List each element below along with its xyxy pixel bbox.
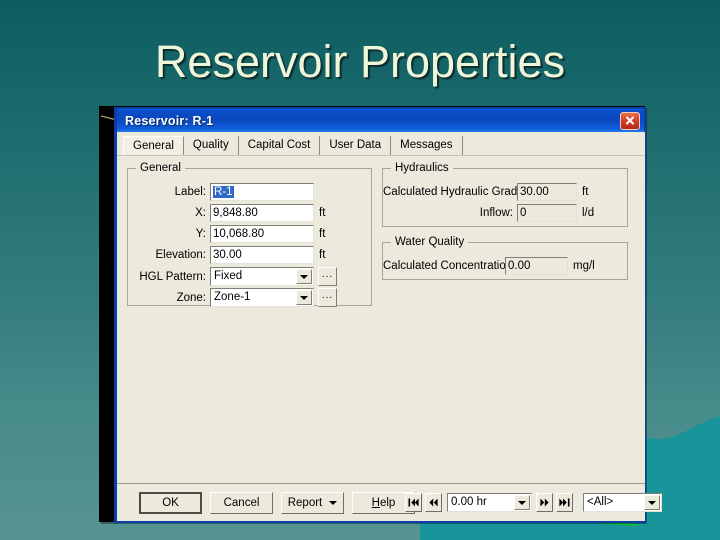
- page-title: Reservoir Properties: [154, 36, 566, 87]
- elevation-field-caption: Elevation:: [155, 249, 206, 261]
- field-row-concentration: Calculated Concentration: 0.00 mg/l: [383, 257, 629, 275]
- chevron-down-glyph: [300, 274, 308, 279]
- time-step-combo[interactable]: 0.00 hr: [447, 493, 532, 512]
- tab-user-data[interactable]: User Data: [320, 136, 392, 155]
- tab-strip: General Quality Capital Cost User Data M…: [117, 132, 645, 156]
- elevation-unit: ft: [319, 249, 326, 261]
- dialog-title-text: Reservoir: R-1: [125, 113, 214, 128]
- reservoir-properties-dialog: Reservoir: R-1 General Quality Capital C…: [99, 106, 662, 523]
- field-row-hgl-pattern: HGL Pattern: Fixed ...: [128, 267, 373, 286]
- step-back-icon[interactable]: [425, 493, 442, 512]
- x-unit: ft: [319, 207, 326, 219]
- y-input[interactable]: 10,068.80: [210, 225, 314, 243]
- skip-last-icon[interactable]: [556, 493, 573, 512]
- element-filter-combo[interactable]: <All>: [583, 493, 662, 512]
- step-forward-icon[interactable]: [536, 493, 553, 512]
- field-row-hydraulic-grade: Calculated Hydraulic Grade: 30.00 ft: [383, 183, 629, 201]
- x-field-caption: X:: [195, 207, 206, 219]
- hgl-pattern-browse-button[interactable]: ...: [318, 267, 337, 286]
- window-frame-shadow: [100, 107, 114, 521]
- skip-first-glyph: [408, 498, 419, 507]
- field-row-label: Label: R-1: [128, 183, 373, 201]
- ok-button[interactable]: OK: [139, 492, 202, 514]
- zone-value: Zone-1: [214, 291, 251, 303]
- help-button-label: elp: [379, 497, 396, 509]
- chevron-down-icon[interactable]: [514, 495, 530, 510]
- field-row-inflow: Inflow: 0 l/d: [383, 204, 629, 222]
- slide-canvas: Reservoir Properties Reservoir: R-1 Gene…: [0, 0, 720, 540]
- time-step-value: 0.00 hr: [451, 496, 487, 508]
- zone-caption: Zone:: [176, 291, 206, 304]
- chevron-down-icon[interactable]: [296, 290, 312, 305]
- water-quality-groupbox-legend: Water Quality: [391, 236, 469, 248]
- cancel-button[interactable]: Cancel: [210, 492, 273, 514]
- general-groupbox: General Label: R-1 X: 9,848.80 ft Y: 10,…: [127, 162, 373, 307]
- inflow-value: 0: [517, 204, 577, 222]
- hydraulics-groupbox-legend: Hydraulics: [391, 162, 453, 174]
- inflow-unit: l/d: [582, 207, 595, 219]
- window-inner-frame: Reservoir: R-1 General Quality Capital C…: [114, 107, 662, 523]
- hgl-pattern-combo[interactable]: Fixed: [210, 267, 314, 286]
- tab-quality[interactable]: Quality: [183, 136, 239, 155]
- general-groupbox-legend: General: [136, 162, 185, 174]
- zone-browse-button[interactable]: ...: [318, 288, 337, 307]
- tab-capital-cost[interactable]: Capital Cost: [238, 136, 321, 155]
- concentration-unit: mg/l: [573, 260, 595, 272]
- hydraulic-grade-value: 30.00: [517, 183, 577, 201]
- chevron-down-icon: [329, 501, 338, 505]
- elevation-input[interactable]: 30.00: [210, 246, 314, 264]
- water-quality-groupbox: Water Quality Calculated Concentration: …: [382, 236, 629, 280]
- label-input-value: R-1: [213, 186, 234, 198]
- hydraulics-groupbox: Hydraulics Calculated Hydraulic Grade: 3…: [382, 162, 629, 227]
- label-input[interactable]: R-1: [210, 183, 314, 201]
- close-icon[interactable]: [620, 111, 640, 130]
- tab-messages[interactable]: Messages: [391, 136, 463, 155]
- report-button-label: Report: [287, 497, 323, 509]
- field-row-x: X: 9,848.80 ft: [128, 204, 373, 222]
- tab-general[interactable]: General: [123, 136, 184, 156]
- x-input[interactable]: 9,848.80: [210, 204, 314, 222]
- y-field-caption: Y:: [195, 228, 206, 240]
- hydraulic-grade-unit: ft: [582, 186, 589, 198]
- chevron-down-icon[interactable]: [296, 269, 312, 284]
- hgl-pattern-caption: HGL Pattern:: [139, 270, 206, 283]
- y-unit: ft: [319, 228, 326, 240]
- field-row-zone: Zone: Zone-1 ...: [128, 288, 373, 307]
- zone-combo[interactable]: Zone-1: [210, 288, 314, 307]
- tab-panel-general: General Label: R-1 X: 9,848.80 ft Y: 10,…: [117, 155, 645, 483]
- inflow-caption: Inflow:: [479, 207, 513, 219]
- field-row-y: Y: 10,068.80 ft: [128, 225, 373, 243]
- dialog-button-bar: OK Cancel Report Help 0.00 hr <All>: [117, 483, 662, 521]
- dialog-title-bar[interactable]: Reservoir: R-1: [117, 109, 644, 132]
- skip-first-icon[interactable]: [405, 493, 422, 512]
- hgl-pattern-value: Fixed: [214, 270, 243, 282]
- report-button[interactable]: Report: [281, 492, 344, 514]
- dialog-client-area: General Quality Capital Cost User Data M…: [117, 132, 662, 521]
- close-glyph: [626, 116, 634, 125]
- chevron-down-glyph: [300, 295, 308, 300]
- chevron-down-glyph: [518, 500, 526, 505]
- step-back-glyph: [429, 498, 438, 507]
- chevron-down-icon[interactable]: [644, 495, 660, 510]
- hydraulic-grade-caption: Calculated Hydraulic Grade:: [383, 186, 527, 198]
- chevron-down-glyph: [648, 500, 656, 505]
- field-row-elevation: Elevation: 30.00 ft: [128, 246, 373, 264]
- concentration-caption: Calculated Concentration:: [383, 260, 516, 272]
- concentration-value: 0.00: [505, 257, 568, 275]
- step-forward-glyph: [540, 498, 549, 507]
- help-button-mnemonic: H: [371, 497, 380, 509]
- skip-last-glyph: [559, 498, 570, 507]
- label-field-caption: Label:: [174, 186, 206, 198]
- element-filter-value: <All>: [587, 496, 614, 508]
